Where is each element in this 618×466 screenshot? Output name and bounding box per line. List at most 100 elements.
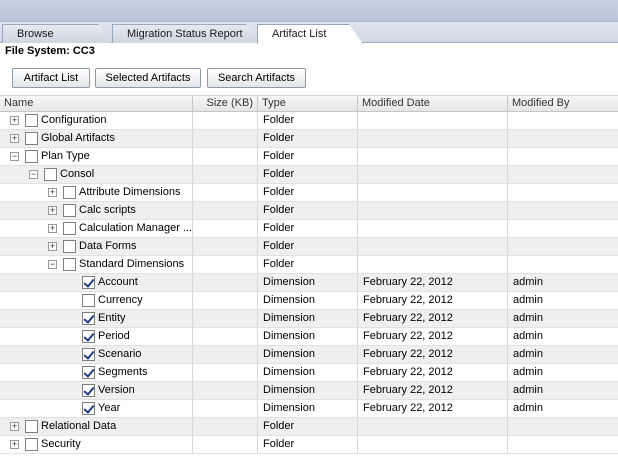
plus-expander-icon[interactable]: + bbox=[10, 116, 19, 125]
checkbox-icon[interactable] bbox=[44, 168, 57, 181]
row-name: Standard Dimensions bbox=[79, 258, 185, 270]
row-size bbox=[193, 364, 258, 381]
row-modified-date: February 22, 2012 bbox=[358, 310, 508, 327]
checkbox-icon[interactable] bbox=[82, 366, 95, 379]
row-type: Folder bbox=[258, 220, 358, 237]
checkbox-icon[interactable] bbox=[25, 420, 38, 433]
table-row[interactable]: + Calculation Manager ... Folder bbox=[0, 220, 618, 238]
row-type: Folder bbox=[258, 436, 358, 453]
minus-expander-icon[interactable]: − bbox=[10, 152, 19, 161]
table-row[interactable]: + Configuration Folder bbox=[0, 112, 618, 130]
selected-artifacts-button[interactable]: Selected Artifacts bbox=[95, 68, 201, 88]
row-size bbox=[193, 328, 258, 345]
checkbox-icon[interactable] bbox=[63, 204, 76, 217]
row-type: Folder bbox=[258, 166, 358, 183]
table-row[interactable]: Segments Dimension February 22, 2012 adm… bbox=[0, 364, 618, 382]
row-name: Relational Data bbox=[41, 420, 117, 432]
table-row[interactable]: Currency Dimension February 22, 2012 adm… bbox=[0, 292, 618, 310]
row-type: Dimension bbox=[258, 328, 358, 345]
checkbox-icon[interactable] bbox=[25, 132, 38, 145]
tab-bar: Browse Migration Status Report Artifact … bbox=[0, 22, 618, 43]
row-name: Segments bbox=[98, 366, 148, 378]
search-artifacts-button[interactable]: Search Artifacts bbox=[207, 68, 306, 88]
checkbox-icon[interactable] bbox=[63, 240, 76, 253]
row-type: Dimension bbox=[258, 310, 358, 327]
artifact-list-button[interactable]: Artifact List bbox=[12, 68, 90, 88]
column-header-type[interactable]: Type bbox=[258, 96, 358, 112]
table-row[interactable]: + Attribute Dimensions Folder bbox=[0, 184, 618, 202]
table-row[interactable]: Period Dimension February 22, 2012 admin bbox=[0, 328, 618, 346]
row-type: Dimension bbox=[258, 292, 358, 309]
row-name: Calc scripts bbox=[79, 204, 136, 216]
table-row[interactable]: + Calc scripts Folder bbox=[0, 202, 618, 220]
tab-migration-status-report[interactable]: Migration Status Report bbox=[112, 24, 260, 43]
checkbox-icon[interactable] bbox=[63, 258, 76, 271]
checkbox-icon[interactable] bbox=[82, 294, 95, 307]
checkbox-icon[interactable] bbox=[82, 276, 95, 289]
checkbox-icon[interactable] bbox=[82, 402, 95, 415]
row-modified-by: admin bbox=[513, 402, 543, 414]
plus-expander-icon[interactable]: + bbox=[48, 188, 57, 197]
row-type: Folder bbox=[258, 256, 358, 273]
plus-expander-icon[interactable]: + bbox=[10, 422, 19, 431]
row-modified-by bbox=[508, 418, 618, 435]
table-row[interactable]: + Security Folder bbox=[0, 436, 618, 454]
tab-browse[interactable]: Browse bbox=[2, 24, 112, 43]
top-banner bbox=[0, 0, 618, 22]
checkbox-icon[interactable] bbox=[82, 384, 95, 397]
checkbox-icon[interactable] bbox=[63, 186, 76, 199]
row-name: Configuration bbox=[41, 114, 107, 126]
row-modified-date: February 22, 2012 bbox=[358, 328, 508, 345]
row-type: Dimension bbox=[258, 274, 358, 291]
row-modified-by bbox=[508, 202, 618, 219]
table-row[interactable]: Scenario Dimension February 22, 2012 adm… bbox=[0, 346, 618, 364]
minus-expander-icon[interactable]: − bbox=[48, 260, 57, 269]
checkbox-icon[interactable] bbox=[25, 438, 38, 451]
row-modified-by: admin bbox=[513, 312, 543, 324]
row-size bbox=[193, 148, 258, 165]
table-row[interactable]: Year Dimension February 22, 2012 admin bbox=[0, 400, 618, 418]
row-type: Dimension bbox=[258, 400, 358, 417]
plus-expander-icon[interactable]: + bbox=[10, 440, 19, 449]
row-modified-by bbox=[508, 238, 618, 255]
row-name: Attribute Dimensions bbox=[79, 186, 181, 198]
column-header-size[interactable]: Size (KB) bbox=[193, 96, 258, 112]
row-size bbox=[193, 292, 258, 309]
row-modified-date bbox=[358, 238, 508, 255]
table-row[interactable]: Account Dimension February 22, 2012 admi… bbox=[0, 274, 618, 292]
table-row[interactable]: + Data Forms Folder bbox=[0, 238, 618, 256]
row-type: Folder bbox=[258, 112, 358, 129]
plus-expander-icon[interactable]: + bbox=[48, 206, 57, 215]
row-modified-date bbox=[358, 184, 508, 201]
table-row[interactable]: + Global Artifacts Folder bbox=[0, 130, 618, 148]
row-size bbox=[193, 418, 258, 435]
row-modified-date: February 22, 2012 bbox=[358, 274, 508, 291]
minus-expander-icon[interactable]: − bbox=[29, 170, 38, 179]
column-header-name[interactable]: Name bbox=[0, 96, 193, 112]
table-row[interactable]: − Plan Type Folder bbox=[0, 148, 618, 166]
checkbox-icon[interactable] bbox=[82, 348, 95, 361]
row-name: Entity bbox=[98, 312, 126, 324]
row-modified-by bbox=[508, 130, 618, 147]
table-row[interactable]: − Standard Dimensions Folder bbox=[0, 256, 618, 274]
column-header-modified-by[interactable]: Modified By bbox=[508, 96, 618, 112]
checkbox-icon[interactable] bbox=[63, 222, 76, 235]
checkbox-icon[interactable] bbox=[25, 150, 38, 163]
table-row[interactable]: − Consol Folder bbox=[0, 166, 618, 184]
plus-expander-icon[interactable]: + bbox=[48, 242, 57, 251]
table-row[interactable]: Version Dimension February 22, 2012 admi… bbox=[0, 382, 618, 400]
plus-expander-icon[interactable]: + bbox=[48, 224, 57, 233]
column-header-modified-date[interactable]: Modified Date bbox=[358, 96, 508, 112]
plus-expander-icon[interactable]: + bbox=[10, 134, 19, 143]
table-row[interactable]: Entity Dimension February 22, 2012 admin bbox=[0, 310, 618, 328]
table-row[interactable]: + Relational Data Folder bbox=[0, 418, 618, 436]
row-size bbox=[193, 274, 258, 291]
row-modified-by: admin bbox=[513, 294, 543, 306]
row-name: Version bbox=[98, 384, 135, 396]
row-modified-by: admin bbox=[513, 276, 543, 288]
checkbox-icon[interactable] bbox=[82, 330, 95, 343]
checkbox-icon[interactable] bbox=[25, 114, 38, 127]
checkbox-icon[interactable] bbox=[82, 312, 95, 325]
tab-artifact-list[interactable]: Artifact List bbox=[257, 24, 363, 44]
row-size bbox=[193, 400, 258, 417]
